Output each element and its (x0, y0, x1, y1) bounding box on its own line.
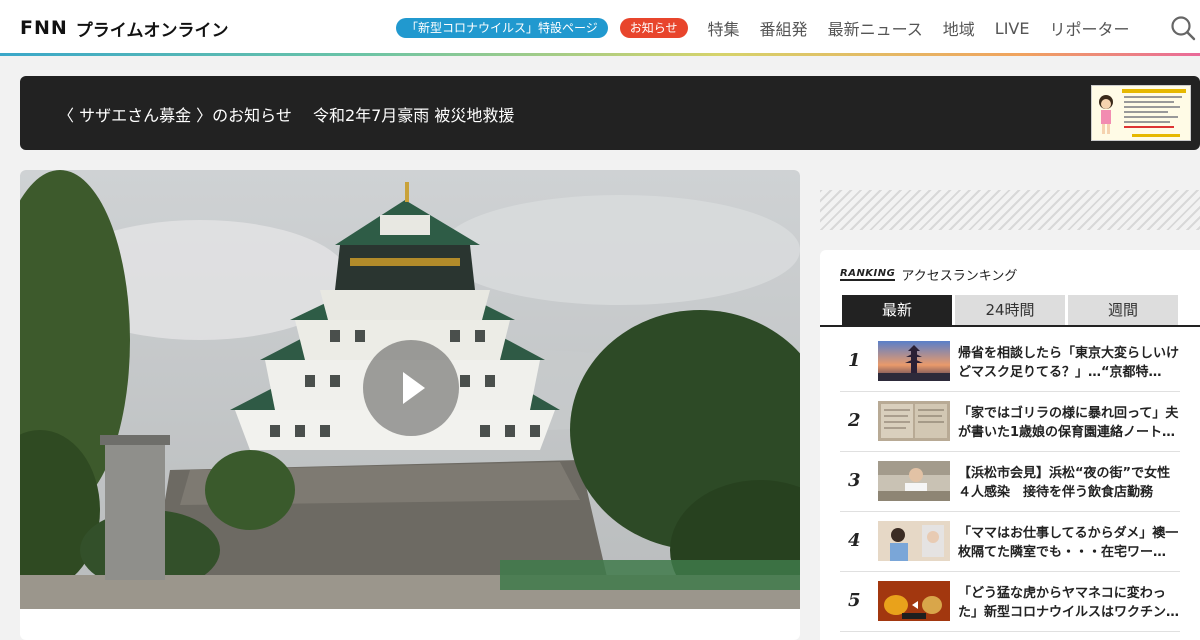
ranking-header: RANKING アクセスランキング (840, 265, 1018, 284)
rank-title: 帰省を相談したら「東京大変らしいけどマスク足りてる？」…“京都特… (958, 346, 1180, 380)
banner-thumbnail (1091, 85, 1191, 141)
tab-weekly[interactable]: 週間 (1068, 295, 1178, 325)
tab-latest[interactable]: 最新 (842, 295, 952, 325)
notice-link[interactable]: お知らせ (619, 18, 688, 38)
ranking-item[interactable]: 2 「家ではゴリラの様に暴れ回って」夫が書いた1歳娘の保育園連絡ノート… (840, 392, 1180, 452)
ranking-logo: RANKING (840, 267, 896, 281)
ranking-list: 1 帰省を相談したら「東京大変らしいけどマスク足りてる？」…“京都特… 2 「家… (840, 332, 1180, 632)
banner-text: 〈 サザエさん募金 〉のお知らせ 令和2年7月豪雨 被災地救援 (58, 106, 515, 125)
rank-number: 1 (848, 350, 861, 371)
rank-thumbnail (878, 341, 950, 381)
rank-thumbnail (878, 401, 950, 441)
logo-fnn: FNN (20, 17, 68, 39)
rank-title: 【浜松市会見】浜松“夜の街”で女性４人感染 接待を伴う飲食店勤務 (958, 466, 1171, 500)
ranking-item[interactable]: 3 【浜松市会見】浜松“夜の街”で女性４人感染 接待を伴う飲食店勤務 (840, 452, 1180, 512)
nav-region[interactable]: 地域 (943, 16, 975, 40)
rank-number: 3 (848, 470, 861, 491)
nav-programs[interactable]: 番組発 (760, 16, 808, 40)
rank-title: 「どう猛な虎からヤマネコに変わった」新型コロナウイルスはワクチン… (958, 586, 1180, 620)
nav-latest-news[interactable]: 最新ニュース (828, 16, 923, 40)
site-header: FNN プライムオンライン 「新型コロナウイルス」特設ページ お知らせ 特集 番… (0, 0, 1200, 56)
main-nav: 「新型コロナウイルス」特設ページ お知らせ 特集 番組発 最新ニュース 地域 L… (396, 17, 1129, 39)
ad-placeholder (820, 190, 1200, 230)
logo-text: プライムオンライン (75, 20, 229, 41)
rank-thumbnail (878, 521, 950, 561)
play-button[interactable] (363, 340, 459, 436)
rank-number: 5 (848, 590, 861, 611)
ranking-item[interactable]: 1 帰省を相談したら「東京大変らしいけどマスク足りてる？」…“京都特… (840, 332, 1180, 392)
rank-thumbnail (878, 581, 950, 621)
ranking-title: アクセスランキング (901, 268, 1018, 284)
video-player[interactable] (20, 170, 800, 609)
ranking-item[interactable]: 4 「ママはお仕事してるからダメ」襖一枚隔てた隣室でも・・・在宅ワー… (840, 512, 1180, 572)
rank-title: 「ママはお仕事してるからダメ」襖一枚隔てた隣室でも・・・在宅ワー… (958, 526, 1179, 560)
ranking-item[interactable]: 5 「どう猛な虎からヤマネコに変わった」新型コロナウイルスはワクチン… (840, 572, 1180, 632)
rank-number: 4 (848, 530, 861, 551)
rank-thumbnail (878, 461, 950, 501)
tab-24h[interactable]: 24時間 (955, 295, 1065, 325)
rank-title: 「家ではゴリラの様に暴れ回って」夫が書いた1歳娘の保育園連絡ノート… (958, 406, 1179, 440)
corona-special-link[interactable]: 「新型コロナウイルス」特設ページ (396, 18, 608, 38)
main-article (20, 170, 800, 640)
rank-number: 2 (848, 410, 861, 431)
ranking-tabs: 最新 24時間 週間 (820, 295, 1200, 327)
ranking-panel: RANKING アクセスランキング 最新 24時間 週間 1 帰省を相談したら「… (820, 250, 1200, 640)
header-gradient-line (0, 53, 1200, 56)
nav-reporter[interactable]: リポーター (1049, 16, 1129, 40)
notice-banner[interactable]: 〈 サザエさん募金 〉のお知らせ 令和2年7月豪雨 被災地救援 (20, 76, 1200, 150)
search-icon[interactable] (1170, 15, 1196, 41)
site-logo[interactable]: FNN プライムオンライン (20, 17, 229, 41)
nav-live[interactable]: LIVE (995, 19, 1030, 38)
nav-features[interactable]: 特集 (708, 16, 740, 40)
